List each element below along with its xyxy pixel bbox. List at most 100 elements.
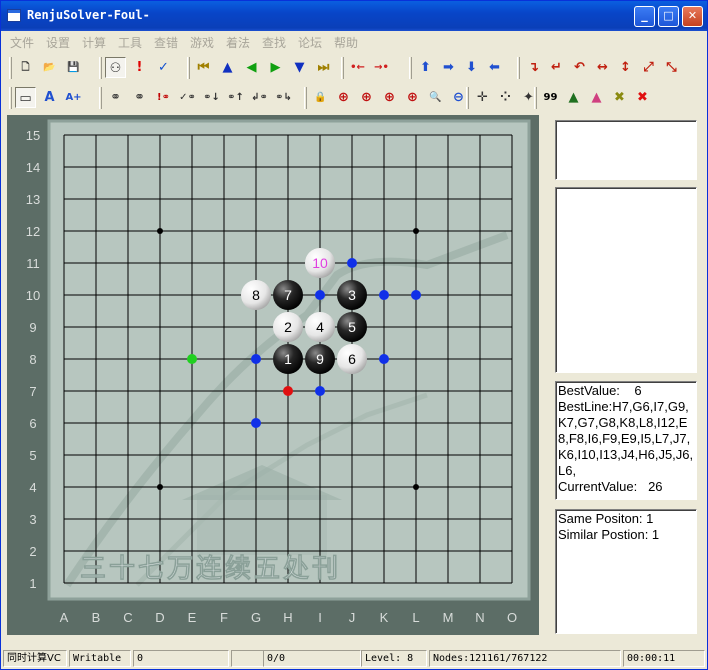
menu-forum[interactable]: 论坛 xyxy=(298,34,322,51)
tree-icon[interactable]: ▲ xyxy=(563,87,584,108)
menu-compute[interactable]: 计算 xyxy=(82,34,106,51)
minimize-button[interactable]: _ xyxy=(634,6,655,27)
candidate-marker[interactable] xyxy=(315,290,325,300)
column-label: C xyxy=(123,610,132,625)
insert-left-icon[interactable]: •← xyxy=(347,57,368,78)
search-vct-icon[interactable]: ⚭ xyxy=(129,87,150,108)
text-box-icon[interactable]: ▭ xyxy=(15,87,36,108)
zoom-in-icon[interactable]: 🔍 xyxy=(425,87,446,108)
maximize-button[interactable]: □ xyxy=(658,6,679,27)
board-watermark: 三十七万连续五处刊 xyxy=(80,553,341,584)
flip-vertical-icon[interactable]: ↕ xyxy=(615,57,636,78)
menu-moves[interactable]: 着法 xyxy=(226,34,250,51)
shift-left-icon[interactable]: ⬅ xyxy=(484,57,505,78)
search-back-icon[interactable]: ↲⚭ xyxy=(249,87,270,108)
forward-icon[interactable]: ▶ xyxy=(265,57,286,78)
candidate-marker[interactable] xyxy=(379,290,389,300)
candidate-marker[interactable] xyxy=(315,386,325,396)
search-down-icon[interactable]: ⚭↓ xyxy=(201,87,222,108)
zoom-d-icon[interactable]: ⊕ xyxy=(402,87,423,108)
status-bar: 同时计算VC Writable 0 0/0 Level: 8 Nodes:121… xyxy=(1,648,707,669)
flip-antidiagonal-icon[interactable]: ⤡ xyxy=(661,57,682,78)
toolbar-grip[interactable] xyxy=(99,87,102,109)
flip-horizontal-icon[interactable]: ↔ xyxy=(592,57,613,78)
menu-game[interactable]: 游戏 xyxy=(190,34,214,51)
tree-color-icon[interactable]: ▲ xyxy=(586,87,607,108)
title-bar[interactable]: RenjuSolver-Foul- _ □ ✕ xyxy=(1,1,707,31)
candidate-marker[interactable] xyxy=(379,354,389,364)
search-up-icon[interactable]: ⚭↑ xyxy=(225,87,246,108)
toolbar-grip[interactable] xyxy=(9,57,12,79)
stones-icon[interactable]: ⚇ xyxy=(105,57,126,78)
new-icon[interactable]: 🗋 xyxy=(15,57,36,78)
move-number-icon[interactable]: 99 xyxy=(540,87,561,108)
search-forward-icon[interactable]: ⚭↳ xyxy=(273,87,294,108)
stone-move-number: 8 xyxy=(252,287,260,303)
candidate-marker[interactable] xyxy=(411,290,421,300)
back-icon[interactable]: ◀ xyxy=(241,57,262,78)
rotate-ccw-icon[interactable]: ↵ xyxy=(546,57,567,78)
toolbar-grip[interactable] xyxy=(9,87,12,109)
first-move-icon[interactable]: ⏮ xyxy=(193,57,214,78)
exclamation-icon[interactable]: ! xyxy=(129,57,150,78)
toolbar-grip[interactable] xyxy=(187,57,190,79)
toolbar-grip[interactable] xyxy=(517,57,520,79)
close-button[interactable]: ✕ xyxy=(682,6,703,27)
down-triangle-icon[interactable]: ▼ xyxy=(289,57,310,78)
candidate-marker[interactable] xyxy=(251,354,261,364)
zoom-a-icon[interactable]: ⊕ xyxy=(333,87,354,108)
candidate-marker[interactable] xyxy=(283,386,293,396)
save-icon[interactable]: 💾 xyxy=(63,57,84,78)
clear-red-icon[interactable]: ✖ xyxy=(632,87,653,108)
toolbar-grip[interactable] xyxy=(466,87,469,109)
open-folder-icon[interactable]: 📂 xyxy=(39,57,60,78)
search-vcf-icon[interactable]: ⚭ xyxy=(105,87,126,108)
rotate-cw-icon[interactable]: ↴ xyxy=(523,57,544,78)
star-point xyxy=(413,228,419,234)
toolbar-grip[interactable] xyxy=(409,57,412,79)
search-check-icon[interactable]: ✓⚭ xyxy=(177,87,198,108)
rotate-180-icon[interactable]: ↶ xyxy=(569,57,590,78)
candidate-marker[interactable] xyxy=(347,258,357,268)
up-triangle-icon[interactable]: ▲ xyxy=(217,57,238,78)
painting-pavilion xyxy=(197,495,327,555)
insert-right-icon[interactable]: →• xyxy=(371,57,392,78)
candidate-marker[interactable] xyxy=(251,418,261,428)
board-canvas[interactable]: 三十七万连续五处刊151413121110987654321A B C D E F G H I J… xyxy=(7,115,539,635)
toolbar-grip[interactable] xyxy=(341,57,344,79)
status-ratio: 0/0 xyxy=(263,650,361,667)
star-point xyxy=(157,228,163,234)
flip-diagonal-icon[interactable]: ⤢ xyxy=(638,57,659,78)
clear-olive-icon[interactable]: ✖ xyxy=(609,87,630,108)
toolbar-grip[interactable] xyxy=(99,57,102,79)
search-foul-icon[interactable]: !⚭ xyxy=(153,87,174,108)
column-label: D xyxy=(155,610,164,625)
row-label: 2 xyxy=(29,544,36,559)
shift-up-icon[interactable]: ⬆ xyxy=(415,57,436,78)
row-label: 5 xyxy=(29,448,36,463)
menu-settings[interactable]: 设置 xyxy=(46,34,70,51)
shift-down-icon[interactable]: ⬇ xyxy=(461,57,482,78)
menu-help[interactable]: 帮助 xyxy=(334,34,358,51)
menu-check[interactable]: 查错 xyxy=(154,34,178,51)
comment-pane[interactable] xyxy=(555,187,697,373)
font-a-plus-icon[interactable]: A+ xyxy=(63,87,84,108)
zoom-c-icon[interactable]: ⊕ xyxy=(379,87,400,108)
column-label: B xyxy=(92,610,101,625)
menu-tools[interactable]: 工具 xyxy=(118,34,142,51)
row-label: 12 xyxy=(26,224,40,239)
last-move-icon[interactable]: ⏭ xyxy=(313,57,334,78)
zoom-b-icon[interactable]: ⊕ xyxy=(356,87,377,108)
menu-find[interactable]: 查找 xyxy=(262,34,286,51)
crosshair-icon[interactable]: ✛ xyxy=(472,87,493,108)
shift-right-icon[interactable]: ➡ xyxy=(438,57,459,78)
check-icon[interactable]: ✓ xyxy=(153,57,174,78)
dotted-cross-icon[interactable]: ⁘ xyxy=(495,87,516,108)
menu-file[interactable]: 文件 xyxy=(10,34,34,51)
font-a-icon[interactable]: A xyxy=(39,87,60,108)
renju-board[interactable]: 三十七万连续五处刊 15 14 13 12 11 10 9 8 7 6 5 4 3 2 1 A B C D E F G H I J… xyxy=(7,115,539,635)
lock-icon[interactable]: 🔒 xyxy=(310,87,331,108)
toolbar-grip[interactable] xyxy=(304,87,307,109)
toolbar-grip[interactable] xyxy=(534,87,537,109)
candidate-marker[interactable] xyxy=(187,354,197,364)
